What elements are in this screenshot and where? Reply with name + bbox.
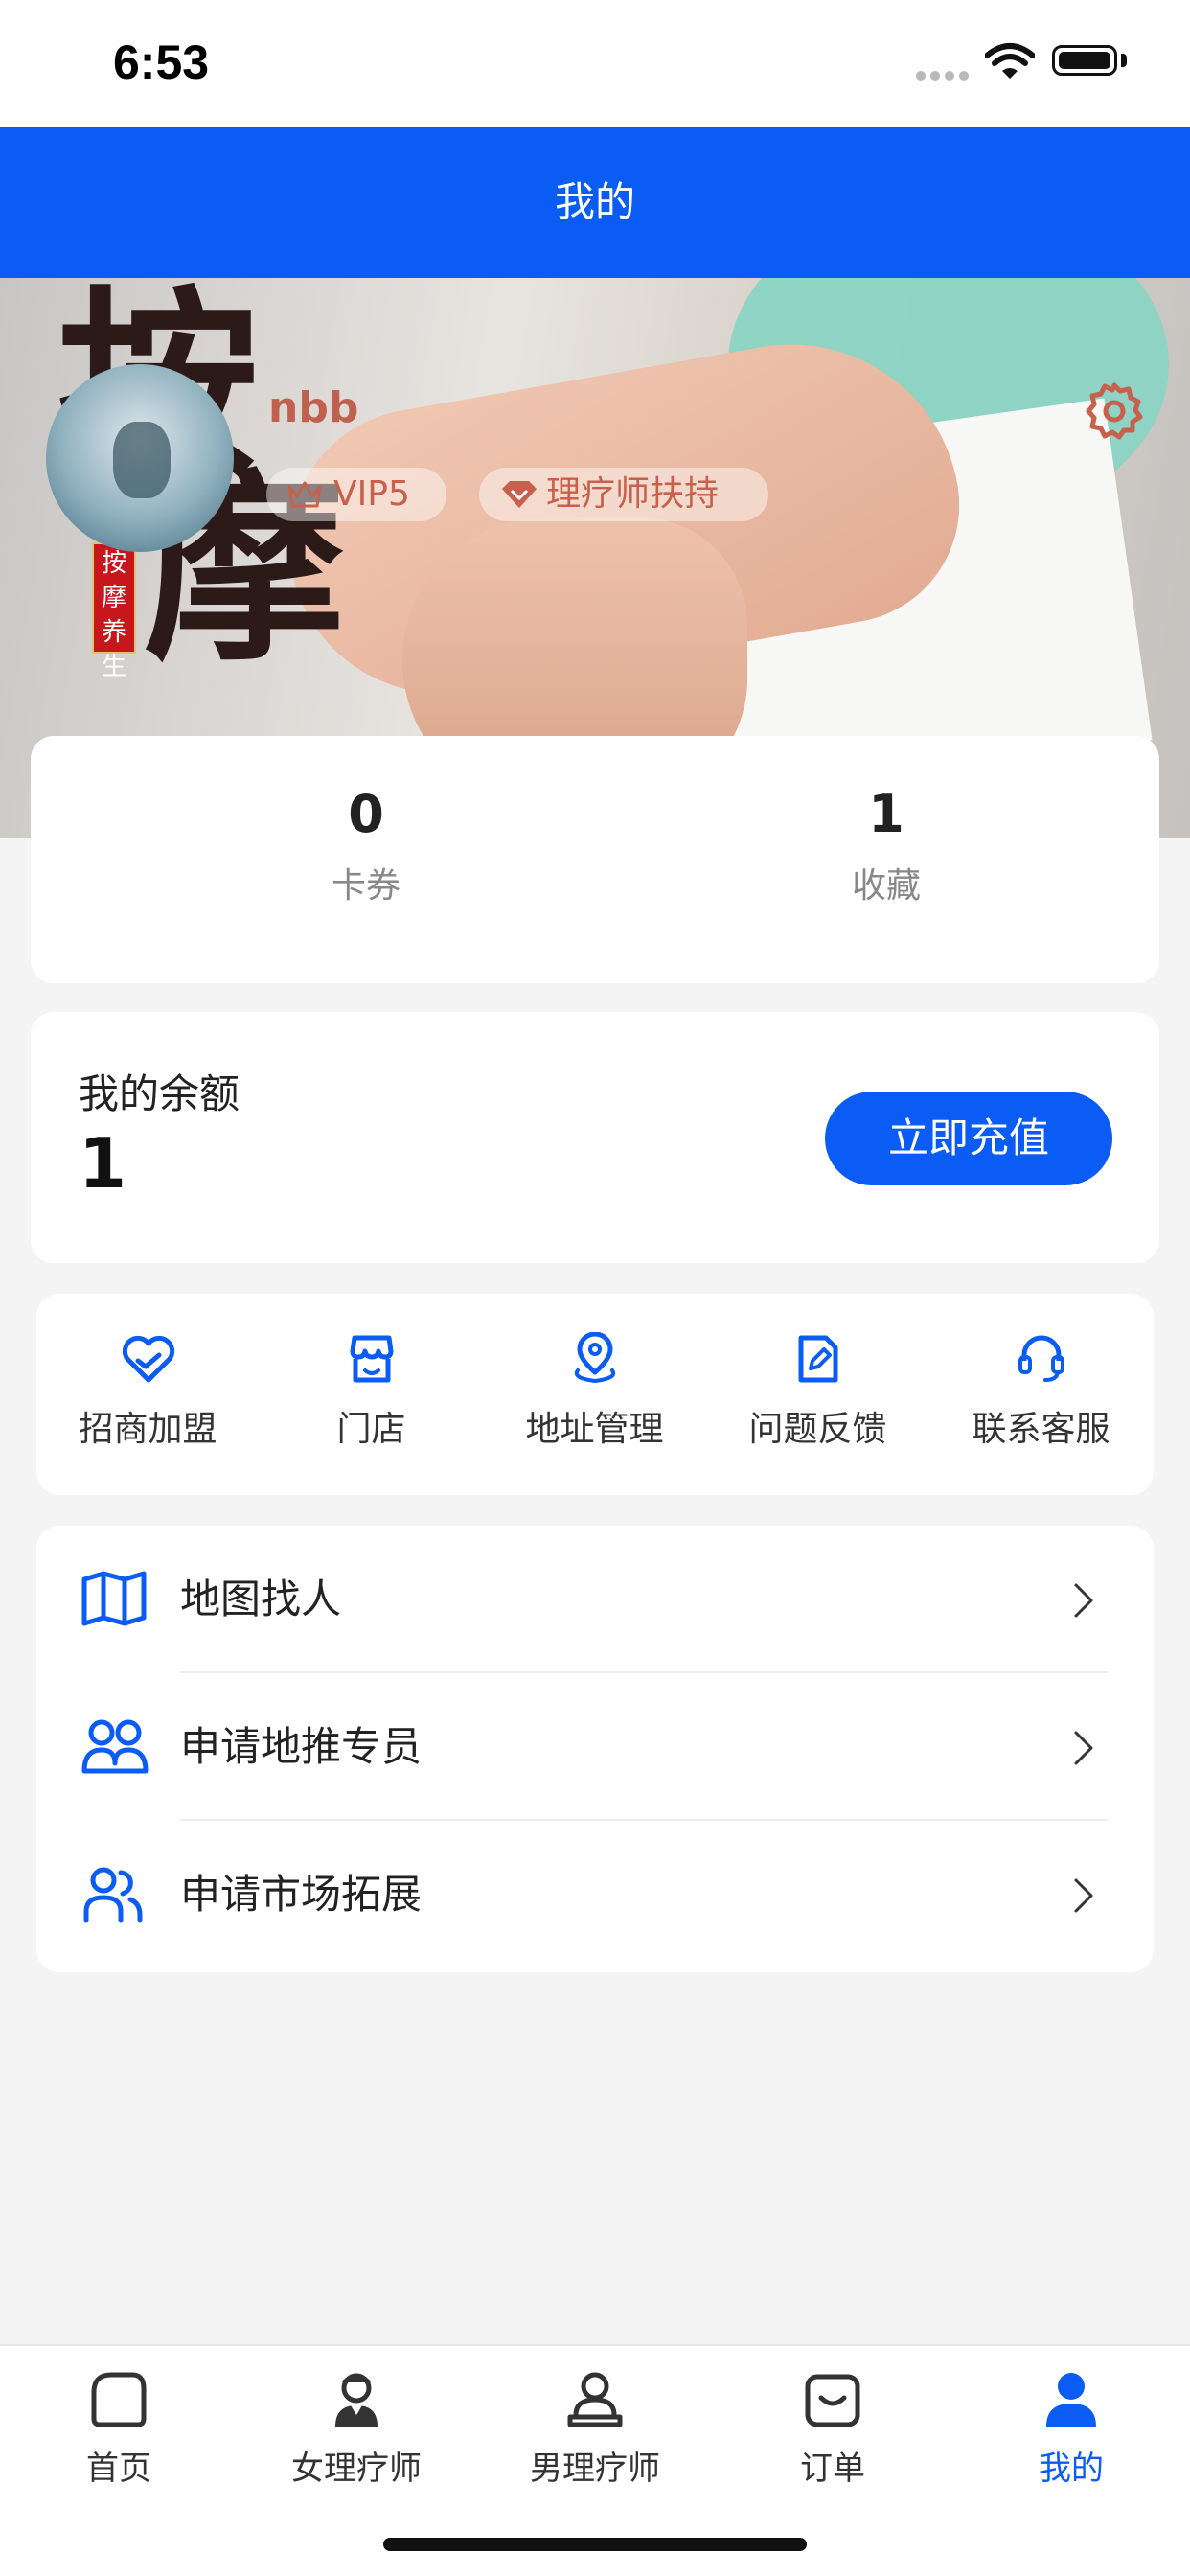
menu-item-label: 申请地推专员 [180, 1723, 423, 1770]
quick-action-label: 门店 [336, 1410, 406, 1449]
therapist-support-badge: 理疗师扶持 [479, 468, 768, 521]
favorites-count: 1 [868, 784, 904, 844]
wifi-icon [985, 43, 1035, 79]
quick-action-franchise[interactable]: 招商加盟 [36, 1332, 260, 1451]
tab-home[interactable]: 首页 [0, 2369, 238, 2489]
balance-card: 我的余额 1 立即充值 [31, 1012, 1159, 1263]
menu-item-map-finder[interactable]: 地图找人 [36, 1526, 1154, 1673]
quick-action-label: 地址管理 [525, 1410, 664, 1449]
menu-item-ground-promoter[interactable]: 申请地推专员 [36, 1673, 1154, 1821]
avatar[interactable] [46, 364, 234, 552]
tab-orders[interactable]: 订单 [714, 2369, 951, 2489]
menu-item-label: 地图找人 [180, 1576, 342, 1622]
diamond-icon [502, 481, 537, 508]
tab-male-therapist[interactable]: 男理疗师 [476, 2369, 714, 2489]
tab-label: 首页 [86, 2450, 151, 2488]
status-bar: 6:53 [0, 0, 1190, 126]
chevron-right-icon [1074, 1583, 1093, 1618]
quick-action-label: 问题反馈 [748, 1410, 887, 1449]
profile-icon [1046, 2373, 1096, 2426]
status-time: 6:53 [113, 35, 210, 89]
settings-gear-icon[interactable] [1085, 381, 1144, 441]
coupons-stat[interactable]: 0 卡券 [222, 736, 510, 908]
tab-label: 女理疗师 [291, 2450, 422, 2488]
tab-label: 订单 [800, 2450, 865, 2488]
favorites-stat[interactable]: 1 收藏 [743, 736, 1030, 908]
signal-icon [916, 71, 970, 80]
user-group-icon [83, 1867, 143, 1923]
map-icon [81, 1571, 147, 1626]
menu-card: 地图找人 申请地推专员 申请市场拓展 [36, 1526, 1154, 1972]
quick-actions-card: 招商加盟 门店 地址管理 问题反馈 联系客服 [36, 1294, 1154, 1495]
male-therapist-icon [567, 2372, 623, 2427]
coupons-label: 卡券 [331, 866, 400, 906]
menu-item-market-expansion[interactable]: 申请市场拓展 [36, 1821, 1154, 1968]
quick-action-store[interactable]: 门店 [260, 1332, 483, 1451]
chevron-right-icon [1074, 1878, 1093, 1913]
username: nbb [268, 383, 359, 432]
balance-label: 我的余额 [79, 1070, 240, 1117]
quick-action-label: 联系客服 [972, 1410, 1110, 1449]
chevron-right-icon [1074, 1731, 1093, 1765]
therapist-support-label: 理疗师扶持 [546, 474, 720, 514]
users-icon [81, 1719, 149, 1774]
tab-profile[interactable]: 我的 [952, 2369, 1190, 2489]
favorites-label: 收藏 [851, 866, 921, 906]
home-indicator [383, 2538, 807, 2551]
coupons-count: 0 [348, 784, 384, 844]
battery-tip [1121, 54, 1127, 67]
location-pin-icon [574, 1332, 615, 1384]
crown-icon [287, 481, 322, 508]
recharge-button[interactable]: 立即充值 [825, 1092, 1112, 1185]
balance-value: 1 [79, 1123, 127, 1204]
heart-handshake-icon [122, 1335, 174, 1383]
tab-label: 男理疗师 [530, 2450, 660, 2488]
page-title: 我的 [554, 178, 635, 225]
home-icon [91, 2372, 147, 2427]
quick-action-feedback[interactable]: 问题反馈 [706, 1332, 929, 1451]
banner-seal: 按摩养生 [92, 542, 136, 681]
menu-item-label: 申请市场拓展 [180, 1871, 423, 1918]
quick-action-label: 招商加盟 [79, 1410, 217, 1449]
battery-icon [1052, 45, 1117, 76]
tab-label: 我的 [1039, 2450, 1104, 2488]
nav-bar: 我的 [0, 126, 1190, 278]
female-therapist-icon [335, 2373, 378, 2426]
tab-female-therapist[interactable]: 女理疗师 [238, 2369, 475, 2489]
vip-badge: VIP5 [266, 468, 446, 521]
headset-icon [1018, 1335, 1064, 1382]
vip-label: VIP5 [333, 474, 410, 514]
edit-document-icon [798, 1335, 837, 1383]
quick-action-support[interactable]: 联系客服 [929, 1332, 1153, 1451]
stats-card: 0 卡券 1 收藏 [31, 736, 1159, 983]
store-icon [350, 1335, 393, 1383]
quick-action-address[interactable]: 地址管理 [483, 1332, 706, 1451]
order-icon [805, 2374, 860, 2427]
